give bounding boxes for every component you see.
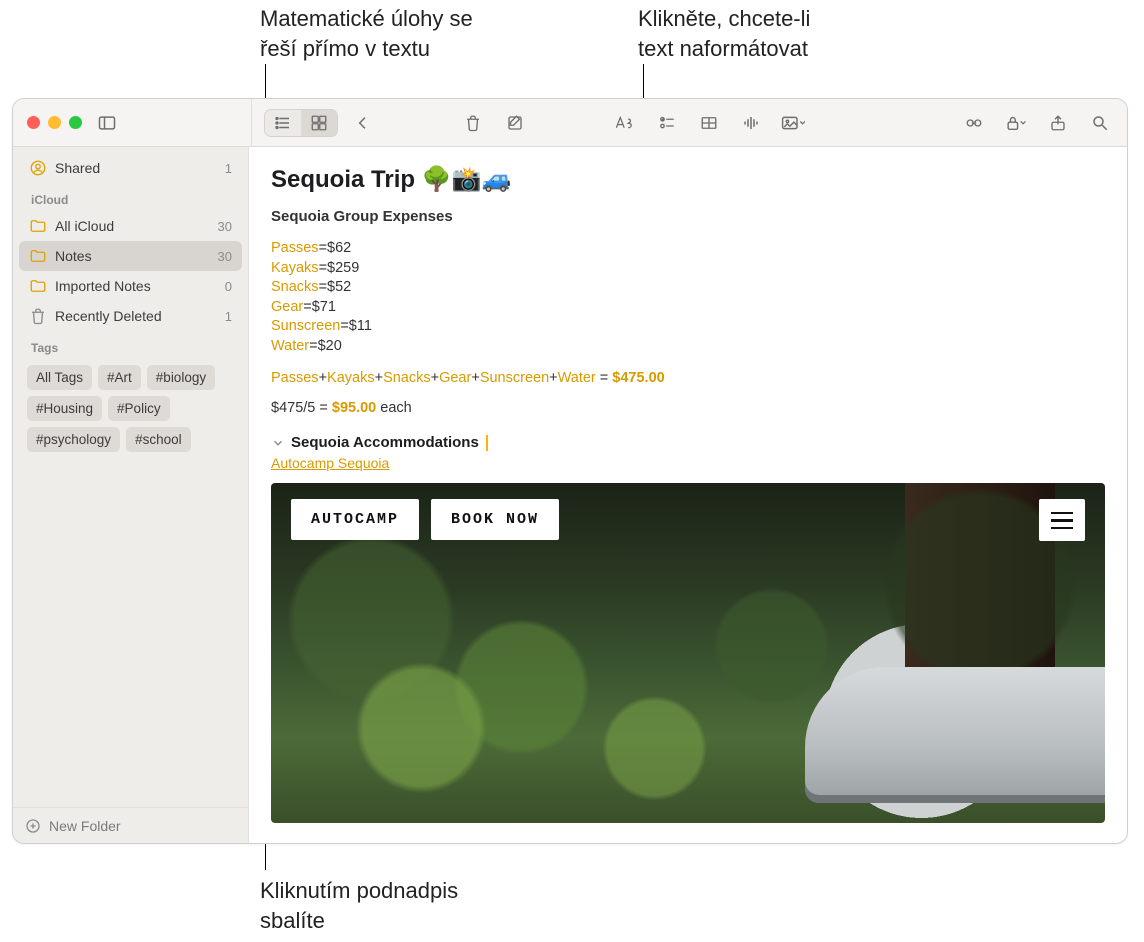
callout-format: Klikněte, chcete-li text naformátovat <box>638 4 810 63</box>
titlebar <box>13 99 1127 147</box>
sidebar-section-icloud: iCloud <box>19 183 242 211</box>
section-label: Sequoia Accommodations <box>291 434 479 451</box>
sidebar-item-shared[interactable]: Shared 1 <box>19 153 242 183</box>
expense-line[interactable]: Passes=$62 <box>271 239 1105 259</box>
media-button[interactable] <box>776 108 810 138</box>
table-button[interactable] <box>692 108 726 138</box>
folder-icon <box>29 247 47 265</box>
view-mode-segment <box>264 109 338 137</box>
text-cursor <box>486 435 488 451</box>
tag-pill[interactable]: #Policy <box>108 396 170 421</box>
sidebar-item-recently-deleted[interactable]: Recently Deleted 1 <box>19 301 242 331</box>
search-button[interactable] <box>1083 108 1117 138</box>
callout-math: Matematické úlohy se řeší přímo v textu <box>260 4 473 63</box>
chevron-down-icon[interactable] <box>271 436 285 450</box>
sum-line[interactable]: Passes+Kayaks+Snacks+Gear+Sunscreen+Wate… <box>271 370 1105 386</box>
expense-line[interactable]: Sunscreen=$11 <box>271 317 1105 337</box>
gallery-view-button[interactable] <box>301 110 337 136</box>
shared-icon <box>29 159 47 177</box>
toolbar <box>254 108 1127 138</box>
per-expr: $475/5 = <box>271 400 328 416</box>
section-accommodations[interactable]: Sequoia Accommodations <box>271 434 1105 451</box>
share-button[interactable] <box>1041 108 1075 138</box>
expense-line[interactable]: Snacks=$52 <box>271 278 1105 298</box>
tag-pill[interactable]: #Art <box>98 365 141 390</box>
note-title[interactable]: Sequoia Trip 🌳📸🚙 <box>271 165 1105 194</box>
tag-pill[interactable]: #school <box>126 427 191 452</box>
sidebar-item-count: 30 <box>218 219 232 234</box>
sidebar-item-label: Imported Notes <box>55 278 151 294</box>
checklist-button[interactable] <box>650 108 684 138</box>
note-editor[interactable]: Sequoia Trip 🌳📸🚙 Sequoia Group Expenses … <box>249 147 1127 843</box>
per-suffix: each <box>380 400 411 416</box>
sidebar-item-label: Notes <box>55 248 92 264</box>
close-window-button[interactable] <box>27 116 40 129</box>
per-result: $95.00 <box>332 400 376 416</box>
list-view-button[interactable] <box>265 110 301 136</box>
image-hamburger-button[interactable] <box>1039 499 1085 541</box>
tag-pill[interactable]: #Housing <box>27 396 102 421</box>
trash-icon <box>29 307 47 325</box>
sidebar-item-notes[interactable]: Notes 30 <box>19 241 242 271</box>
audio-button[interactable] <box>734 108 768 138</box>
toggle-sidebar-button[interactable] <box>90 108 124 138</box>
notes-window: Shared 1 iCloud All iCloud 30 Notes 30 <box>12 98 1128 844</box>
sidebar-item-label: Shared <box>55 160 100 176</box>
plus-circle-icon <box>25 818 41 834</box>
minimize-window-button[interactable] <box>48 116 61 129</box>
note-image-attachment[interactable]: AUTOCAMP BOOK NOW <box>271 483 1105 823</box>
format-button[interactable] <box>608 108 642 138</box>
accommodation-link[interactable]: Autocamp Sequoia <box>271 455 389 471</box>
sidebar-item-all-icloud[interactable]: All iCloud 30 <box>19 211 242 241</box>
callout-collapse: Kliknutím podnadpis sbalíte <box>260 876 458 935</box>
sidebar-item-label: All iCloud <box>55 218 114 234</box>
sidebar-item-count: 0 <box>225 279 232 294</box>
expense-line[interactable]: Gear=$71 <box>271 298 1105 318</box>
delete-note-button[interactable] <box>456 108 490 138</box>
link-button[interactable] <box>957 108 991 138</box>
new-note-button[interactable] <box>498 108 532 138</box>
tag-pill[interactable]: #psychology <box>27 427 120 452</box>
tags-container: All Tags#Art#biology #Housing#Policy #psyc… <box>19 359 242 462</box>
sidebar-item-label: Recently Deleted <box>55 308 162 324</box>
expense-line[interactable]: Water=$20 <box>271 337 1105 357</box>
expenses-block[interactable]: Passes=$62Kayaks=$259Snacks=$52Gear=$71S… <box>271 239 1105 356</box>
image-brand-badge: AUTOCAMP <box>291 499 419 540</box>
zoom-window-button[interactable] <box>69 116 82 129</box>
new-folder-button[interactable]: New Folder <box>13 807 248 843</box>
lock-button[interactable] <box>999 108 1033 138</box>
sidebar-item-imported[interactable]: Imported Notes 0 <box>19 271 242 301</box>
image-book-now-button[interactable]: BOOK NOW <box>431 499 559 540</box>
per-line[interactable]: $475/5 = $95.00 each <box>271 400 1105 416</box>
expense-line[interactable]: Kayaks=$259 <box>271 259 1105 279</box>
folder-icon <box>29 217 47 235</box>
sidebar-item-count: 30 <box>218 249 232 264</box>
sidebar-item-count: 1 <box>225 161 232 176</box>
window-controls <box>27 116 82 129</box>
sidebar-item-count: 1 <box>225 309 232 324</box>
sidebar: Shared 1 iCloud All iCloud 30 Notes 30 <box>13 147 249 843</box>
tag-pill[interactable]: All Tags <box>27 365 92 390</box>
tag-pill[interactable]: #biology <box>147 365 215 390</box>
note-subtitle[interactable]: Sequoia Group Expenses <box>271 208 1105 225</box>
back-button[interactable] <box>346 108 380 138</box>
new-folder-label: New Folder <box>49 818 121 834</box>
sidebar-section-tags: Tags <box>19 331 242 359</box>
folder-icon <box>29 277 47 295</box>
